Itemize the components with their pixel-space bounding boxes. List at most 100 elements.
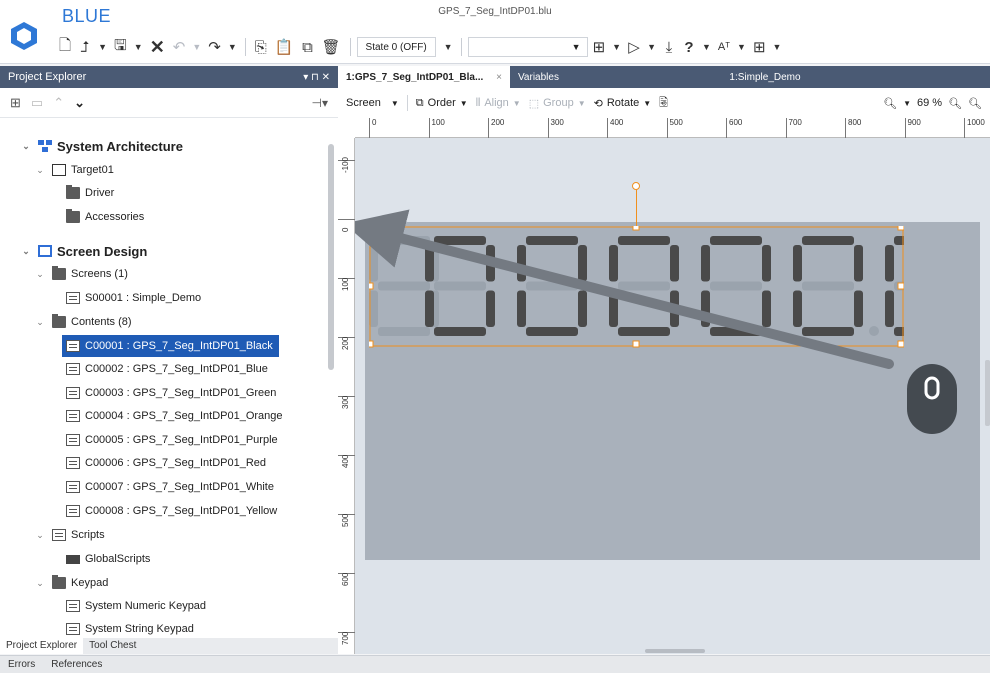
tree-content-item[interactable]: C00008 : GPS_7_Seg_IntDP01_Yellow <box>66 500 277 522</box>
tab-content-editor[interactable]: 1:GPS_7_Seg_IntDP01_Bla... × <box>338 66 510 88</box>
zoom-fit-icon[interactable]: 🔍︎ <box>968 97 982 110</box>
zoom-in-icon[interactable]: 🔍︎ <box>948 97 962 110</box>
add-item-icon[interactable]: ⊞ <box>10 95 21 111</box>
rotate-button[interactable]: ⟲ Rotate ▼ <box>594 97 652 110</box>
duplicate-icon[interactable]: ⧉ <box>298 36 316 58</box>
undo-dropdown-icon[interactable]: ▼ <box>190 42 203 52</box>
new-folder-icon[interactable]: ▭ <box>31 95 43 111</box>
copy-icon[interactable]: ⎘ <box>252 36 270 58</box>
rotate-icon: ⟲ <box>593 97 603 110</box>
tab-tool-chest[interactable]: Tool Chest <box>83 638 142 654</box>
layout-dropdown-icon[interactable]: ▼ <box>610 42 623 52</box>
canvas-horizontal-scrollbar[interactable] <box>645 649 705 653</box>
collapse-chevron-icon[interactable]: ⌄ <box>34 578 46 589</box>
group-button[interactable]: ⬚ Group ▼ <box>529 97 586 110</box>
state-dropdown-icon[interactable]: ▼ <box>442 42 455 52</box>
ruler-tick: 1000 <box>964 118 985 138</box>
tree-content-item[interactable]: C00007 : GPS_7_Seg_IntDP01_White <box>66 476 274 498</box>
new-file-icon[interactable]: 🗋 <box>56 36 74 58</box>
play-icon[interactable]: ▷ <box>625 36 643 58</box>
font-dropdown-icon[interactable]: ▼ <box>735 42 748 52</box>
rotate-label: Rotate <box>606 97 640 109</box>
tree-global-scripts[interactable]: GlobalScripts <box>66 548 150 570</box>
tree-content-item[interactable]: C00005 : GPS_7_Seg_IntDP01_Purple <box>66 429 278 451</box>
tree-screen-item[interactable]: S00001 : Simple_Demo <box>66 287 201 309</box>
undo-icon[interactable]: ↶ <box>170 36 189 58</box>
ruler-tick: 800 <box>845 118 861 138</box>
trash-icon[interactable]: 🗑 <box>318 36 343 58</box>
pin-icon[interactable]: ⊣▾ <box>312 96 328 110</box>
tab-project-explorer[interactable]: Project Explorer <box>0 638 84 654</box>
download-icon[interactable]: ⤓ <box>660 36 678 58</box>
expand-icon[interactable]: ⌄ <box>74 95 85 111</box>
tree-content-item[interactable]: C00004 : GPS_7_Seg_IntDP01_Orange <box>66 405 283 427</box>
grid-dropdown-icon[interactable]: ▼ <box>771 42 784 52</box>
collapse-chevron-icon[interactable]: ⌄ <box>34 269 46 280</box>
tree-target[interactable]: ⌄ Target01 <box>34 159 114 181</box>
chevron-down-icon[interactable]: ▼ <box>903 99 911 108</box>
redo-icon[interactable]: ↷ <box>205 36 224 58</box>
tree-keypad-item[interactable]: System String Keypad <box>66 618 194 638</box>
target-combo[interactable]: ▼ <box>467 37 588 57</box>
tab-references[interactable]: References <box>43 656 110 673</box>
tree-content-item[interactable]: C00003 : GPS_7_Seg_IntDP01_Green <box>66 382 276 404</box>
collapse-chevron-icon[interactable]: ⌄ <box>34 317 46 328</box>
tree-contents[interactable]: ⌄ Contents (8) <box>34 311 132 333</box>
redo-dropdown-icon[interactable]: ▼ <box>226 42 239 52</box>
tab-errors[interactable]: Errors <box>0 656 43 673</box>
save-dropdown-icon[interactable]: ▼ <box>132 42 145 52</box>
order-button[interactable]: ⧉ Order ▼ <box>416 97 468 110</box>
close-icon[interactable]: × <box>496 72 502 83</box>
align-button[interactable]: ⫴ Align ▼ <box>476 97 521 110</box>
tree-accessories[interactable]: Accessories <box>66 206 144 228</box>
target-icon <box>52 164 66 176</box>
help-icon[interactable]: ? <box>680 36 698 58</box>
paste-icon[interactable]: 📋 <box>272 36 297 58</box>
tree-content-item-selected[interactable]: C00001 : GPS_7_Seg_IntDP01_Black <box>62 335 279 357</box>
collapse-icon[interactable]: ⌃ <box>53 95 64 111</box>
tab-variables[interactable]: Variables <box>510 66 670 88</box>
collapse-chevron-icon[interactable]: ⌄ <box>20 141 32 152</box>
help-dropdown-icon[interactable]: ▼ <box>700 42 713 52</box>
align-label: Align <box>484 97 509 109</box>
panel-controls[interactable]: ▾ ⊓ ✕ <box>303 72 330 83</box>
tree-screen-design[interactable]: ⌄ Screen Design <box>20 240 147 262</box>
ruler-tick-label: -100 <box>341 156 350 173</box>
zoom-out-icon[interactable]: 🔍︎ <box>883 97 897 110</box>
tree-label: System Architecture <box>57 138 183 154</box>
content-file-icon <box>66 434 80 446</box>
save-icon[interactable]: 🖫 <box>111 36 130 58</box>
collapse-chevron-icon[interactable]: ⌄ <box>20 246 32 257</box>
state-selector[interactable]: State 0 (OFF) <box>356 37 436 57</box>
screen-dropdown[interactable]: Screen ▼ <box>346 97 399 109</box>
tree-label: C00008 : GPS_7_Seg_IntDP01_Yellow <box>85 505 278 517</box>
grid-icon[interactable]: ⊞ <box>750 36 769 58</box>
tree-screens[interactable]: ⌄ Screens (1) <box>34 263 128 285</box>
play-dropdown-icon[interactable]: ▼ <box>645 42 658 52</box>
project-tree-scrollbar[interactable] <box>326 118 338 638</box>
tree-content-item[interactable]: C00002 : GPS_7_Seg_IntDP01_Blue <box>66 358 268 380</box>
font-icon[interactable]: Aᵀ <box>715 36 733 58</box>
scrollbar-thumb[interactable] <box>328 144 334 370</box>
tab-simple-demo[interactable]: 1:Simple_Demo <box>670 66 860 88</box>
content-file-icon <box>66 505 80 517</box>
design-canvas[interactable] <box>355 138 990 654</box>
preview-icon[interactable]: 🗟 <box>659 94 668 113</box>
ruler-tick: 700 <box>338 632 355 645</box>
collapse-chevron-icon[interactable]: ⌄ <box>34 530 46 541</box>
tree-keypad-item[interactable]: System Numeric Keypad <box>66 595 206 617</box>
collapse-chevron-icon[interactable]: ⌄ <box>34 165 46 176</box>
tree-keypad[interactable]: ⌄ Keypad <box>34 572 108 594</box>
canvas-vertical-scrollbar[interactable] <box>985 360 990 426</box>
ruler-tick-label: 200 <box>341 336 350 350</box>
layout-icon[interactable]: ⊞ <box>590 36 609 58</box>
open-dropdown-icon[interactable]: ▼ <box>96 42 109 52</box>
delete-icon[interactable]: ✕ <box>147 36 168 58</box>
tree-scripts[interactable]: ⌄ Scripts <box>34 524 105 546</box>
ruler-tick-label: 300 <box>341 395 350 409</box>
tree-driver[interactable]: Driver <box>66 182 114 204</box>
tree-content-item[interactable]: C00006 : GPS_7_Seg_IntDP01_Red <box>66 452 266 474</box>
open-icon[interactable]: ⮥ <box>76 36 94 58</box>
tree-system-architecture[interactable]: ⌄ System Architecture <box>20 135 183 157</box>
tree-label: C00003 : GPS_7_Seg_IntDP01_Green <box>85 387 277 399</box>
